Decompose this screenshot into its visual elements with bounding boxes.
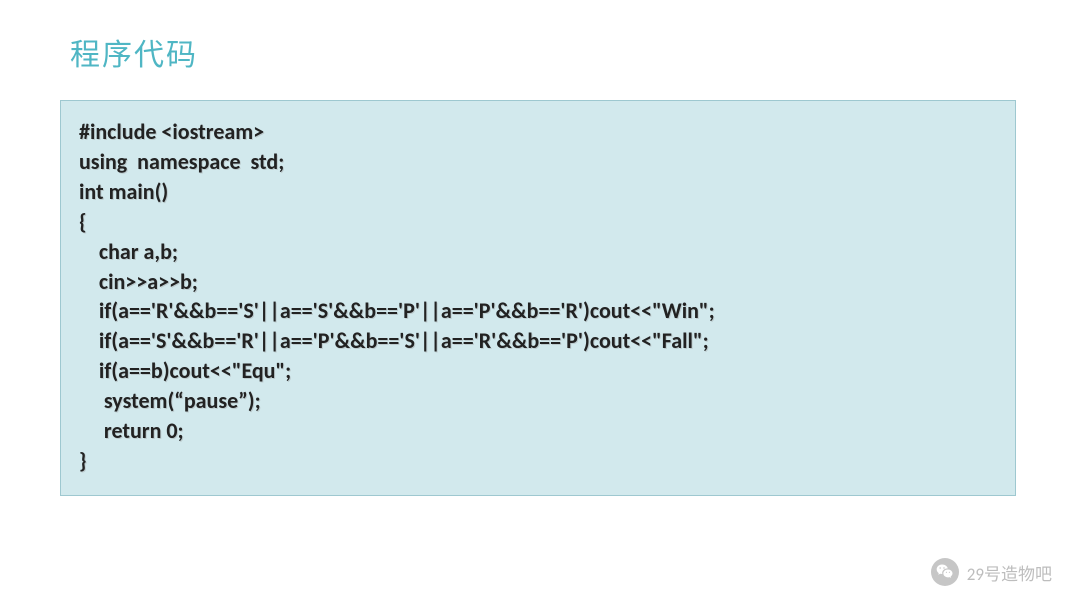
watermark-text: 29号造物吧 bbox=[967, 560, 1052, 585]
code-content: #include <iostream> using namespace std;… bbox=[79, 117, 997, 476]
page-title: 程序代码 bbox=[70, 30, 198, 74]
watermark: 29号造物吧 bbox=[931, 558, 1052, 586]
code-block: #include <iostream> using namespace std;… bbox=[60, 100, 1016, 496]
wechat-icon bbox=[931, 558, 959, 586]
